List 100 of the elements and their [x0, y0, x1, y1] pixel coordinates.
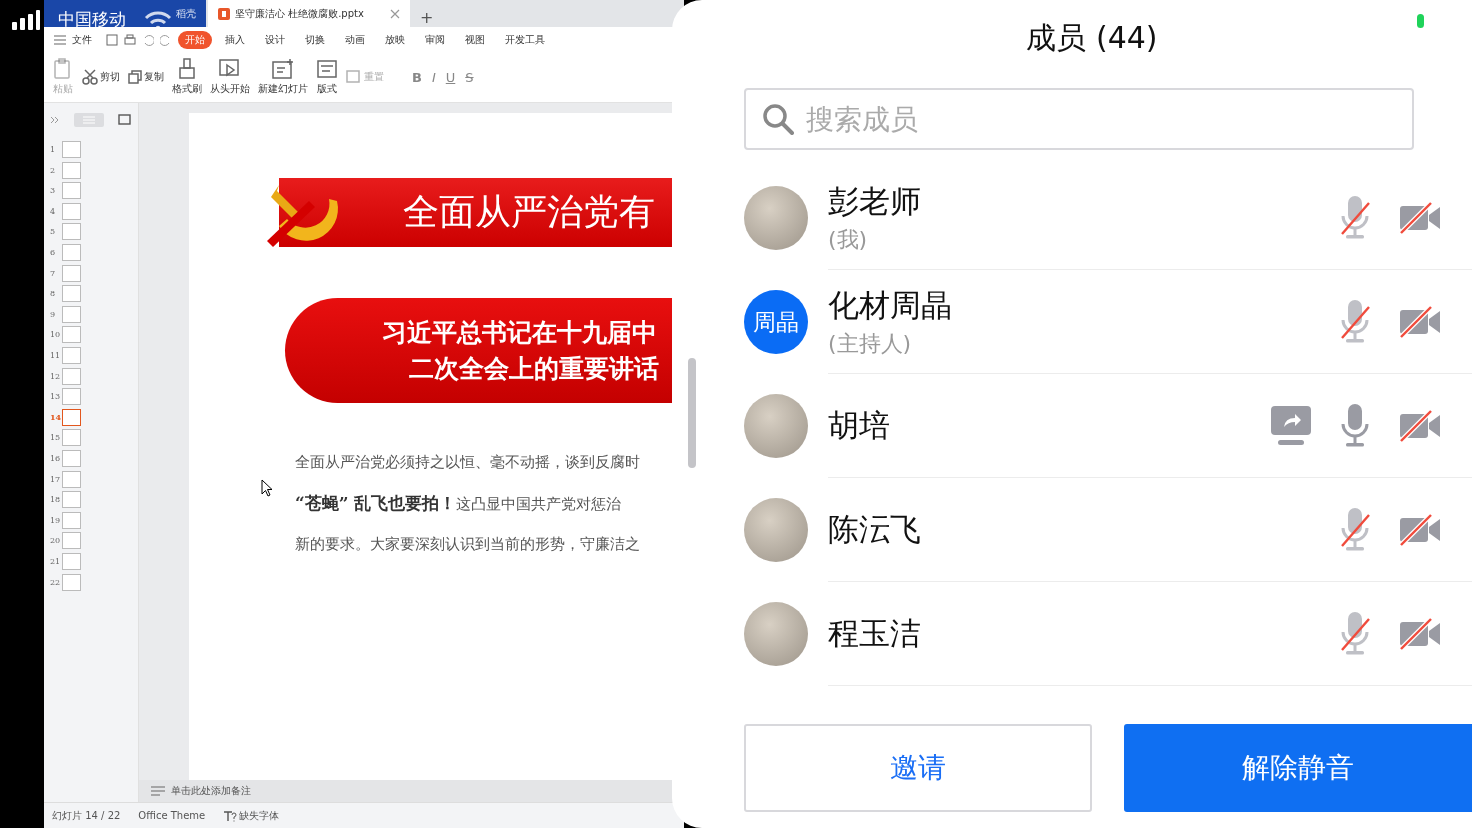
slide-thumbnail[interactable] [62, 347, 81, 365]
camera-off-icon[interactable] [1398, 407, 1442, 444]
subtitle-text: 习近平总书记在十九届中 [382, 316, 657, 349]
member-name: 胡培 [828, 405, 891, 445]
ribbon-tab[interactable]: 设计 [258, 30, 292, 49]
theme-name: Office Theme [138, 810, 206, 821]
invite-button[interactable]: 邀请 [744, 724, 1092, 812]
slide-thumbnail[interactable] [62, 429, 81, 447]
screen-share-icon[interactable] [1270, 404, 1312, 447]
camera-off-icon[interactable] [1398, 615, 1442, 652]
camera-off-icon[interactable] [1398, 511, 1442, 548]
notes-icon [151, 785, 165, 797]
mouse-pointer-icon [261, 479, 273, 497]
body-text: “苍蝇” 乱飞也要拍！这凸显中国共产党对惩治 [295, 492, 623, 515]
slide-view-icon[interactable] [118, 114, 132, 126]
slide-number: 22 [50, 577, 60, 587]
muted-microphone-icon[interactable] [1338, 193, 1372, 242]
new-slide-button[interactable]: 新建幻灯片 [258, 58, 308, 96]
slide-number: 2 [50, 165, 57, 175]
slide-thumbnail[interactable] [62, 202, 81, 220]
slide-thumbnail[interactable] [62, 161, 81, 179]
presentation-file-icon [218, 7, 230, 20]
menu-icon[interactable] [54, 34, 66, 45]
slide-thumbnail[interactable] [62, 491, 81, 509]
copy-button[interactable]: 复制 [128, 70, 164, 84]
ribbon-tab[interactable]: 开发工具 [498, 30, 552, 49]
slide-thumbnail[interactable] [62, 573, 81, 591]
slide-number: 10 [50, 330, 60, 340]
slide-number: 21 [50, 556, 60, 566]
layout-icon [316, 58, 338, 80]
search-icon [762, 103, 794, 135]
slide-number: 1 [50, 145, 57, 155]
ribbon-tab[interactable]: 插入 [218, 30, 252, 49]
brush-button[interactable]: 格式刷 [172, 58, 202, 96]
ribbon-tab[interactable]: 放映 [378, 30, 412, 49]
slide-count: 幻灯片 14 / 22 [52, 808, 121, 823]
slide-thumbnail[interactable] [62, 450, 81, 467]
member-name: 彭老师 [828, 181, 922, 221]
slide-thumbnail[interactable] [62, 511, 81, 529]
slide-number: 17 [50, 474, 60, 484]
scissors-icon [82, 69, 98, 85]
ribbon-tab[interactable]: 视图 [458, 30, 492, 49]
muted-microphone-icon[interactable] [1338, 609, 1372, 658]
slide-number: 15 [50, 433, 60, 443]
slide-thumbnail[interactable] [62, 367, 81, 385]
brush-icon [177, 58, 197, 80]
format-button[interactable]: B [412, 69, 422, 85]
slide-thumbnail[interactable] [62, 305, 81, 323]
slide-thumbnail[interactable] [62, 223, 81, 241]
slide-thumbnail[interactable] [62, 408, 81, 426]
new-tab-button[interactable]: + [412, 8, 442, 27]
missing-fonts-button[interactable]: 缺失字体 [239, 808, 280, 823]
slide-number: 12 [50, 371, 60, 381]
slide-thumbnail[interactable] [62, 388, 81, 406]
ribbon-tab[interactable]: 审阅 [418, 30, 452, 49]
cut-button[interactable]: 剪切 [82, 69, 120, 85]
slide-thumbnail[interactable] [62, 552, 81, 570]
copy-icon [128, 70, 142, 84]
search-field[interactable]: 搜索成员 [744, 88, 1414, 150]
slide-thumbnail[interactable] [62, 244, 81, 262]
unmute-button[interactable]: 解除静音 [1124, 724, 1472, 812]
expand-icon[interactable] [50, 116, 60, 124]
slide-thumbnail[interactable] [62, 470, 81, 488]
slide-thumbnail[interactable] [62, 326, 81, 344]
member-name: 陈沄飞 [828, 509, 922, 549]
member-name: 化材周晶 [828, 285, 953, 325]
slide-thumbnail[interactable] [62, 532, 81, 550]
ribbon-tab[interactable]: 动画 [338, 30, 372, 49]
avatar-initials: 周晶 [744, 290, 808, 354]
layout-button[interactable]: 版式 [316, 58, 338, 96]
slide-number: 11 [50, 351, 60, 361]
close-icon[interactable] [390, 8, 400, 19]
reset-icon [346, 69, 362, 85]
panel-title: 成员 (44) [1026, 18, 1158, 57]
camera-off-icon[interactable] [1398, 199, 1442, 236]
slide-number: 3 [50, 186, 57, 196]
camera-off-icon[interactable] [1398, 303, 1442, 340]
slide-thumbnail[interactable] [62, 285, 81, 303]
body-text: 新的要求。大家要深刻认识到当前的形势，守廉洁之 [295, 535, 640, 554]
file-menu[interactable]: 文件 [72, 32, 92, 47]
muted-microphone-icon[interactable] [1338, 505, 1372, 554]
slide-number: 16 [50, 454, 60, 463]
body-text: 全面从严治党必须持之以恒、毫不动摇，谈到反腐时 [295, 453, 640, 472]
slide-number: 8 [50, 289, 57, 299]
slide-thumbnail[interactable] [62, 264, 81, 282]
format-button[interactable]: U [445, 69, 456, 85]
slide-number: 5 [50, 227, 57, 237]
slide-number: 20 [50, 536, 60, 546]
save-icon[interactable] [106, 33, 118, 46]
ribbon-tab[interactable]: 切换 [298, 30, 332, 49]
format-button[interactable]: S [465, 69, 474, 85]
slide-thumbnail[interactable] [62, 182, 81, 200]
app-tab[interactable]: 坚守廉洁心 杜绝微腐败.pptx [208, 0, 410, 27]
slide-thumbnail[interactable] [62, 141, 81, 159]
muted-microphone-icon[interactable] [1338, 297, 1372, 346]
member-role: (主持人) [828, 329, 913, 358]
print-icon[interactable] [124, 33, 136, 46]
notes-placeholder[interactable]: 单击此处添加备注 [171, 784, 251, 798]
format-button[interactable]: I [431, 69, 436, 85]
play-button[interactable]: 从头开始 [210, 58, 250, 96]
